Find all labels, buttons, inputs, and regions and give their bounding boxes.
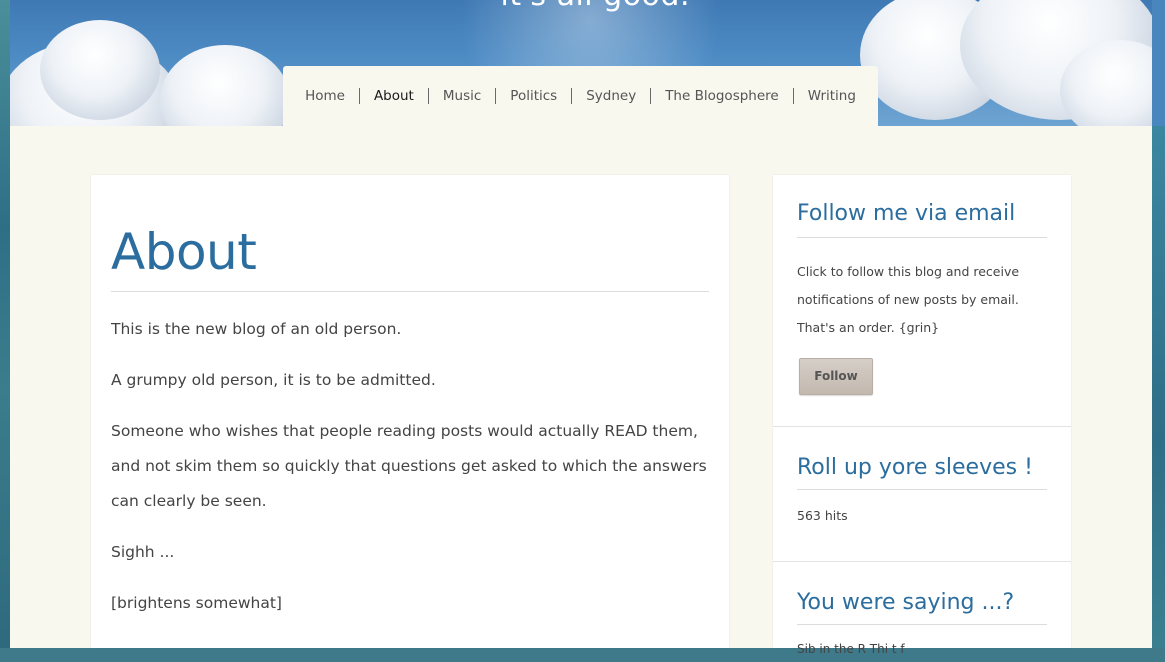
cloud-left-2 [40, 20, 160, 120]
main-content: About This is the new blog of an old per… [91, 175, 729, 648]
paragraph-4: Sighh ... [111, 543, 175, 561]
cloud-left-3 [160, 45, 290, 126]
nav-item-sydney[interactable]: Sydney [571, 88, 650, 104]
title-divider [111, 291, 709, 292]
page-title: About [111, 223, 257, 281]
stats-widget-title: Roll up yore sleeves ! [797, 455, 1033, 480]
paragraph-5: [brightens somewhat] [111, 594, 282, 612]
sidebar: Follow me via email Click to follow this… [773, 175, 1071, 648]
nav-item-about[interactable]: About [358, 88, 428, 104]
paragraph-2: A grumpy old person, it is to be admitte… [111, 371, 436, 389]
comments-widget-divider [797, 624, 1047, 625]
comments-widget-partial-text: Sib in the R Thi t f [797, 642, 905, 656]
hit-counter: 563 hits [797, 508, 848, 523]
stats-widget-divider [797, 489, 1047, 490]
comments-widget-title: You were saying ...? [797, 590, 1015, 615]
site-tagline: – it's all good. [0, 0, 1165, 13]
nav-item-politics[interactable]: Politics [495, 88, 571, 104]
follow-widget-title: Follow me via email [797, 201, 1016, 226]
nav-item-the-blogosphere[interactable]: The Blogosphere [650, 88, 793, 104]
header-sky-edge [1152, 0, 1165, 126]
main-navigation: Home About Music Politics Sydney The Blo… [283, 66, 878, 126]
follow-widget-text: Click to follow this blog and receive no… [797, 264, 1020, 335]
background-ocean-left [0, 0, 10, 648]
follow-widget-divider [797, 237, 1047, 238]
background-ocean-right [1152, 126, 1165, 648]
stats-widget: Roll up yore sleeves ! 563 hits [773, 427, 1071, 562]
nav-item-home[interactable]: Home [291, 88, 359, 104]
follow-widget: Follow me via email Click to follow this… [773, 175, 1071, 427]
paragraph-1: This is the new blog of an old person. [111, 320, 402, 338]
nav-item-writing[interactable]: Writing [792, 88, 870, 104]
nav-item-music[interactable]: Music [427, 88, 495, 104]
paragraph-3: Someone who wishes that people reading p… [111, 422, 707, 510]
follow-button[interactable]: Follow [799, 358, 873, 395]
